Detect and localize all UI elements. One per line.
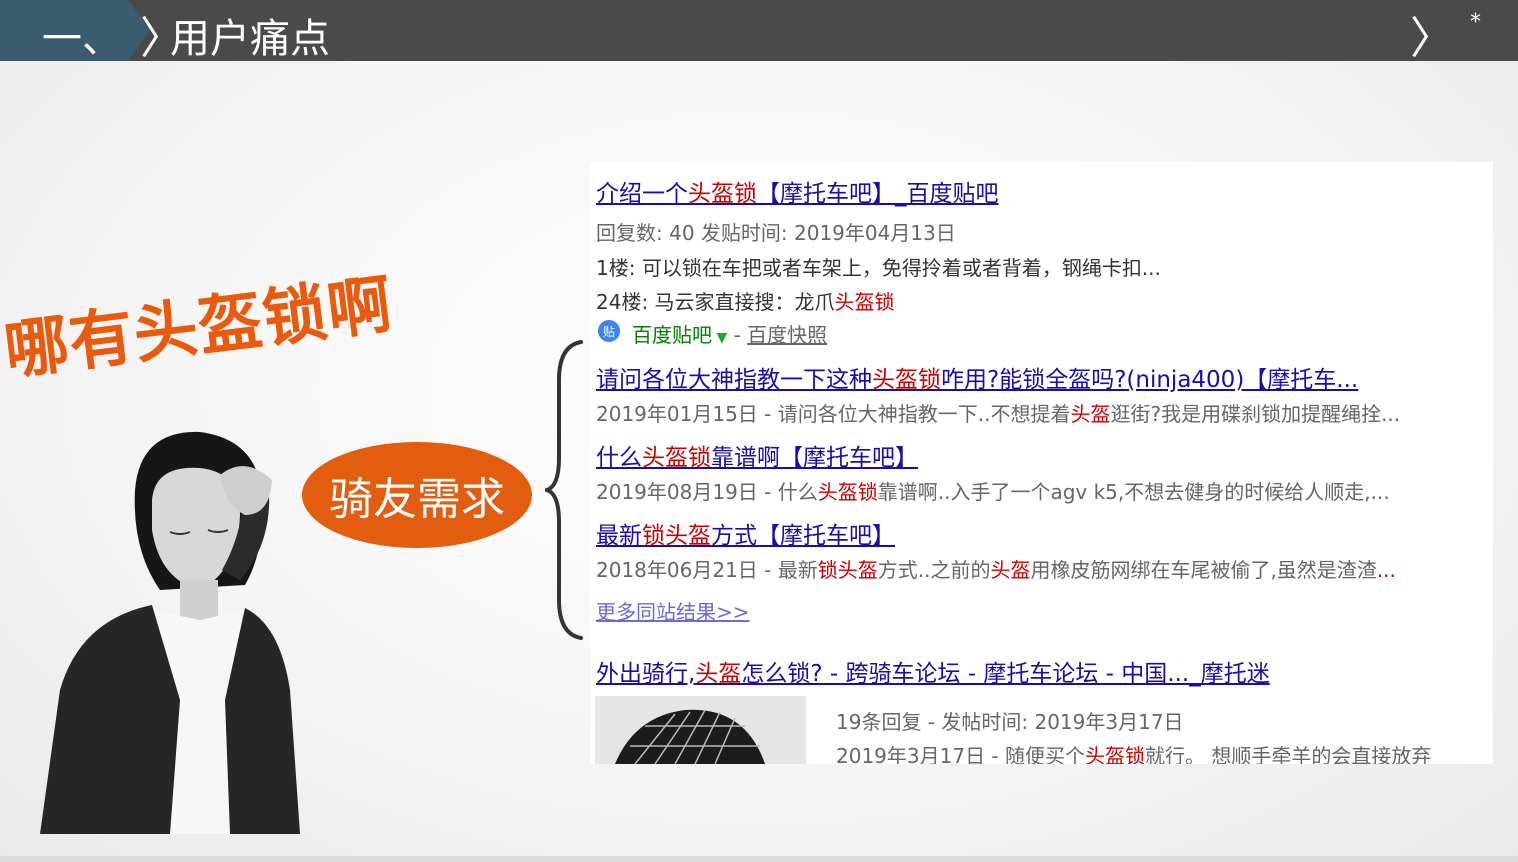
curly-brace-icon (545, 340, 583, 640)
section-number: 一、 (42, 16, 122, 62)
search-results-panel: 介绍一个头盔锁【摩托车吧】_百度贴吧 回复数: 40 发贴时间: 2019年04… (590, 162, 1493, 764)
result-snippet: 1楼: 可以锁在车把或者车架上，免得拎着或者背着，钢绳卡扣... (596, 256, 1161, 280)
result-snippet: 2018年06月21日 - 最新锁头盔方式..之前的头盔用橡皮筋网绑在车尾被偷了… (596, 558, 1396, 582)
result-snippet: 2019年01月15日 - 请问各位大神指教一下..不想提着头盔逛街?我是用碟刹… (596, 402, 1401, 426)
result-title-link[interactable]: 外出骑行,头盔怎么锁? - 跨骑车论坛 - 摩托车论坛 - 中国..._摩托迷 (596, 654, 1270, 688)
bottom-divider (0, 856, 1518, 862)
worried-woman-image (40, 431, 300, 834)
chevron-right-icon: 〉 (1410, 13, 1454, 64)
result-title-link[interactable]: 什么头盔锁靠谱啊【摩托车吧】 (596, 438, 918, 472)
tieba-icon: 贴 (598, 320, 620, 342)
result-title-link[interactable]: 最新锁头盔方式【摩托车吧】 (596, 516, 895, 550)
shout-text: 哪有头盔锁啊 (0, 268, 397, 390)
result-snippet: 2019年08月19日 - 什么头盔锁靠谱啊..入手了一个agv k5,不想去健… (596, 480, 1390, 504)
title-bar: 一、 〉 用户痛点 〉 * (0, 0, 1518, 64)
result-title-link[interactable]: 介绍一个头盔锁【摩托车吧】_百度贴吧 (596, 174, 999, 208)
result-source: 百度贴吧 ▼ - 百度快照 (632, 323, 828, 347)
result-meta: 19条回复 - 发帖时间: 2019年3月17日 (836, 710, 1184, 734)
source-name[interactable]: 百度贴吧 (632, 323, 712, 347)
more-site-results-link[interactable]: 更多同站结果>> (596, 596, 750, 625)
result-snippet: 2019年3月17日 - 随便买个头盔锁就行。 想顺手牵羊的会直接放弃 (836, 744, 1432, 764)
slide-title: 用户痛点 (170, 16, 330, 62)
dropdown-arrow-icon[interactable]: ▼ (712, 330, 727, 346)
result-snippet: 24楼: 马云家直接搜：龙爪头盔锁 (596, 290, 895, 314)
star-mark: * (1470, 10, 1481, 35)
snapshot-link[interactable]: 百度快照 (747, 323, 827, 347)
result-thumbnail-image[interactable] (595, 696, 806, 764)
result-title-link[interactable]: 请问各位大神指教一下这种头盔锁咋用?能锁全盔吗?(ninja400)【摩托车..… (596, 360, 1358, 394)
rider-demand-bubble: 骑友需求 (302, 442, 532, 548)
result-meta: 回复数: 40 发贴时间: 2019年04月13日 (596, 221, 956, 245)
